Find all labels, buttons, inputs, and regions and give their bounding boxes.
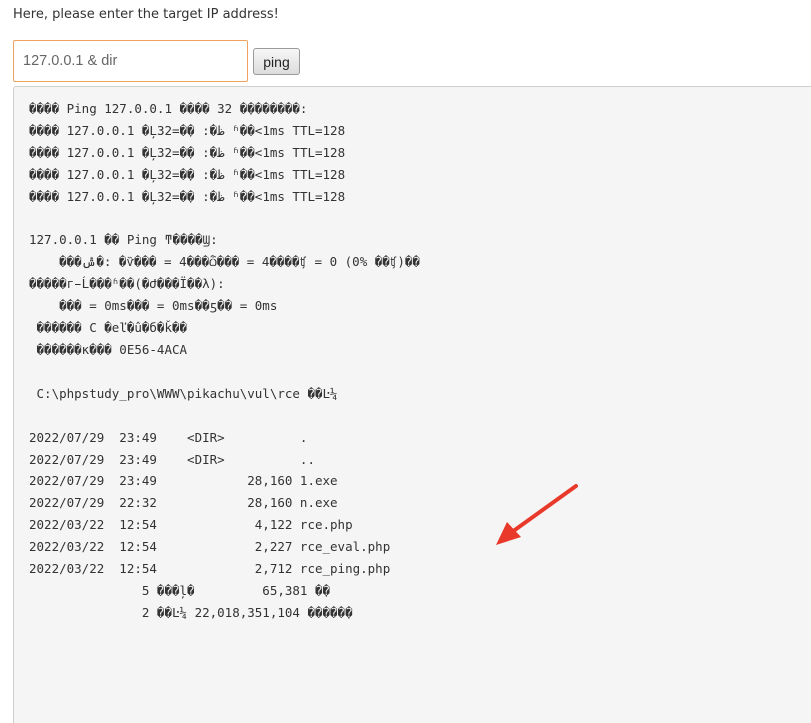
output-line: 2022/07/29 23:49 <DIR> .. xyxy=(29,451,315,467)
command-output-panel: ���� Ping 127.0.0.1 ���� 32 �ֽ�������: �… xyxy=(13,86,811,723)
output-line: ���� 127.0.0.1 �Ļظ�: �ֽ�=32 ʱ��<1ms TTL=… xyxy=(29,166,346,182)
output-line: 2022/03/22 12:54 2,227 rce_eval.php xyxy=(29,539,391,555)
output-line: 2022/07/29 23:49 28,160 1.exe xyxy=(29,473,338,489)
ip-prompt-label: Here, please enter the target IP address… xyxy=(13,7,279,22)
output-line: ������к��� 0E56-4ACA xyxy=(29,341,188,357)
output-line: �����г̵Ĺ���ʱ��(�Ժ���Ϊ��λ): xyxy=(29,276,225,292)
command-output-text: ���� Ping 127.0.0.1 ���� 32 �ֽ�������: �… xyxy=(29,98,420,624)
ip-address-input[interactable] xyxy=(13,40,248,82)
output-line: 5 ���ļ� 65,381 �ֽ� xyxy=(29,582,331,598)
output-line: ���� 127.0.0.1 �Ļظ�: �ֽ�=32 ʱ��<1ms TTL=… xyxy=(29,144,346,160)
output-line: 2 ��Ŀ¼ 22,018,351,104 �����ֽ� xyxy=(29,604,353,620)
output-line: ���ݰ�: �ѷ��� = 4���ѽ��� = 4����ʧ = 0 (0%… xyxy=(29,254,420,270)
output-line: 2022/07/29 23:49 <DIR> . xyxy=(29,429,308,445)
output-line: ���� Ping 127.0.0.1 ���� 32 �ֽ�������: xyxy=(29,101,308,116)
output-line: ��� = 0ms��� = 0ms��ƽ�� = 0ms xyxy=(29,298,278,314)
output-line: ���� 127.0.0.1 �Ļظ�: �ֽ�=32 ʱ��<1ms TTL=… xyxy=(29,188,346,204)
output-line: 2022/03/22 12:54 4,122 rce.php xyxy=(29,517,353,533)
output-line: ���� 127.0.0.1 �Ļظ�: �ֽ�=32 ʱ��<1ms TTL=… xyxy=(29,122,346,138)
output-line: 2022/03/22 12:54 2,712 rce_ping.php xyxy=(29,561,391,577)
output-line: ������ C �еľ�û�б�ǩ�� xyxy=(29,320,188,336)
output-line: C:\phpstudy_pro\WWW\pikachu\vul\rce ��Ŀ¼ xyxy=(29,385,338,401)
output-line: 127.0.0.1 �� Ping ͳ����Ϣ: xyxy=(29,232,218,248)
output-line: 2022/07/29 22:32 28,160 n.exe xyxy=(29,495,338,511)
ping-button[interactable]: ping xyxy=(253,48,300,75)
